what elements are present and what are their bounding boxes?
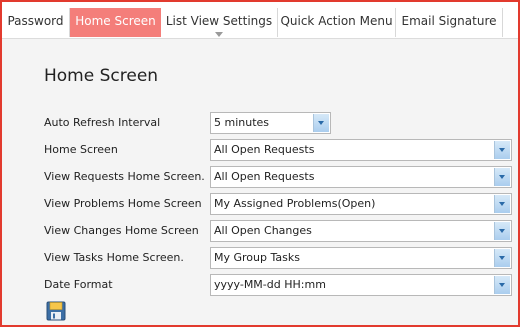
select-value: All Open Requests [214, 170, 315, 183]
field-label-view-requests: View Requests Home Screen. [44, 170, 205, 183]
select-value: 5 minutes [214, 116, 270, 129]
tab-label: Home Screen [75, 14, 156, 28]
settings-window: Password Home Screen List View Settings … [0, 0, 520, 327]
tab-list-view-settings[interactable]: List View Settings [161, 8, 278, 37]
view-tasks-select[interactable]: My Group Tasks [210, 247, 512, 269]
field-label-view-tasks: View Tasks Home Screen. [44, 251, 184, 264]
field-label-date-format: Date Format [44, 278, 113, 291]
dropdown-arrow-icon[interactable] [313, 114, 329, 132]
floppy-disk-icon [46, 301, 66, 321]
save-button[interactable] [46, 301, 66, 321]
tab-password[interactable]: Password [2, 8, 70, 37]
dropdown-arrow-icon[interactable] [494, 276, 510, 294]
dropdown-arrow-icon[interactable] [494, 222, 510, 240]
select-value: My Assigned Problems(Open) [214, 197, 376, 210]
tab-email-signature[interactable]: Email Signature [396, 8, 503, 37]
view-problems-select[interactable]: My Assigned Problems(Open) [210, 193, 512, 215]
view-changes-select[interactable]: All Open Changes [210, 220, 512, 242]
page-title: Home Screen [44, 66, 159, 86]
field-label-home-screen: Home Screen [44, 143, 118, 156]
tab-home-screen[interactable]: Home Screen [70, 8, 161, 37]
tab-quick-action-menu[interactable]: Quick Action Menu [278, 8, 396, 37]
tab-label: Quick Action Menu [280, 14, 393, 28]
select-value: All Open Changes [214, 224, 312, 237]
select-value: My Group Tasks [214, 251, 300, 264]
tab-label: List View Settings [165, 14, 273, 28]
tab-label: Password [7, 14, 64, 28]
field-label-view-problems: View Problems Home Screen [44, 197, 202, 210]
view-requests-select[interactable]: All Open Requests [210, 166, 512, 188]
select-value: yyyy-MM-dd HH:mm [214, 278, 326, 291]
field-label-view-changes: View Changes Home Screen [44, 224, 199, 237]
field-label-auto-refresh: Auto Refresh Interval [44, 116, 161, 129]
chevron-down-icon [215, 32, 223, 37]
dropdown-arrow-icon[interactable] [494, 195, 510, 213]
tab-label: Email Signature [401, 14, 497, 28]
dropdown-arrow-icon[interactable] [494, 249, 510, 267]
dropdown-arrow-icon[interactable] [494, 141, 510, 159]
auto-refresh-select[interactable]: 5 minutes [210, 112, 331, 134]
date-format-select[interactable]: yyyy-MM-dd HH:mm [210, 274, 512, 296]
home-screen-select[interactable]: All Open Requests [210, 139, 512, 161]
select-value: All Open Requests [214, 143, 315, 156]
tab-bar: Password Home Screen List View Settings … [2, 2, 518, 39]
dropdown-arrow-icon[interactable] [494, 168, 510, 186]
